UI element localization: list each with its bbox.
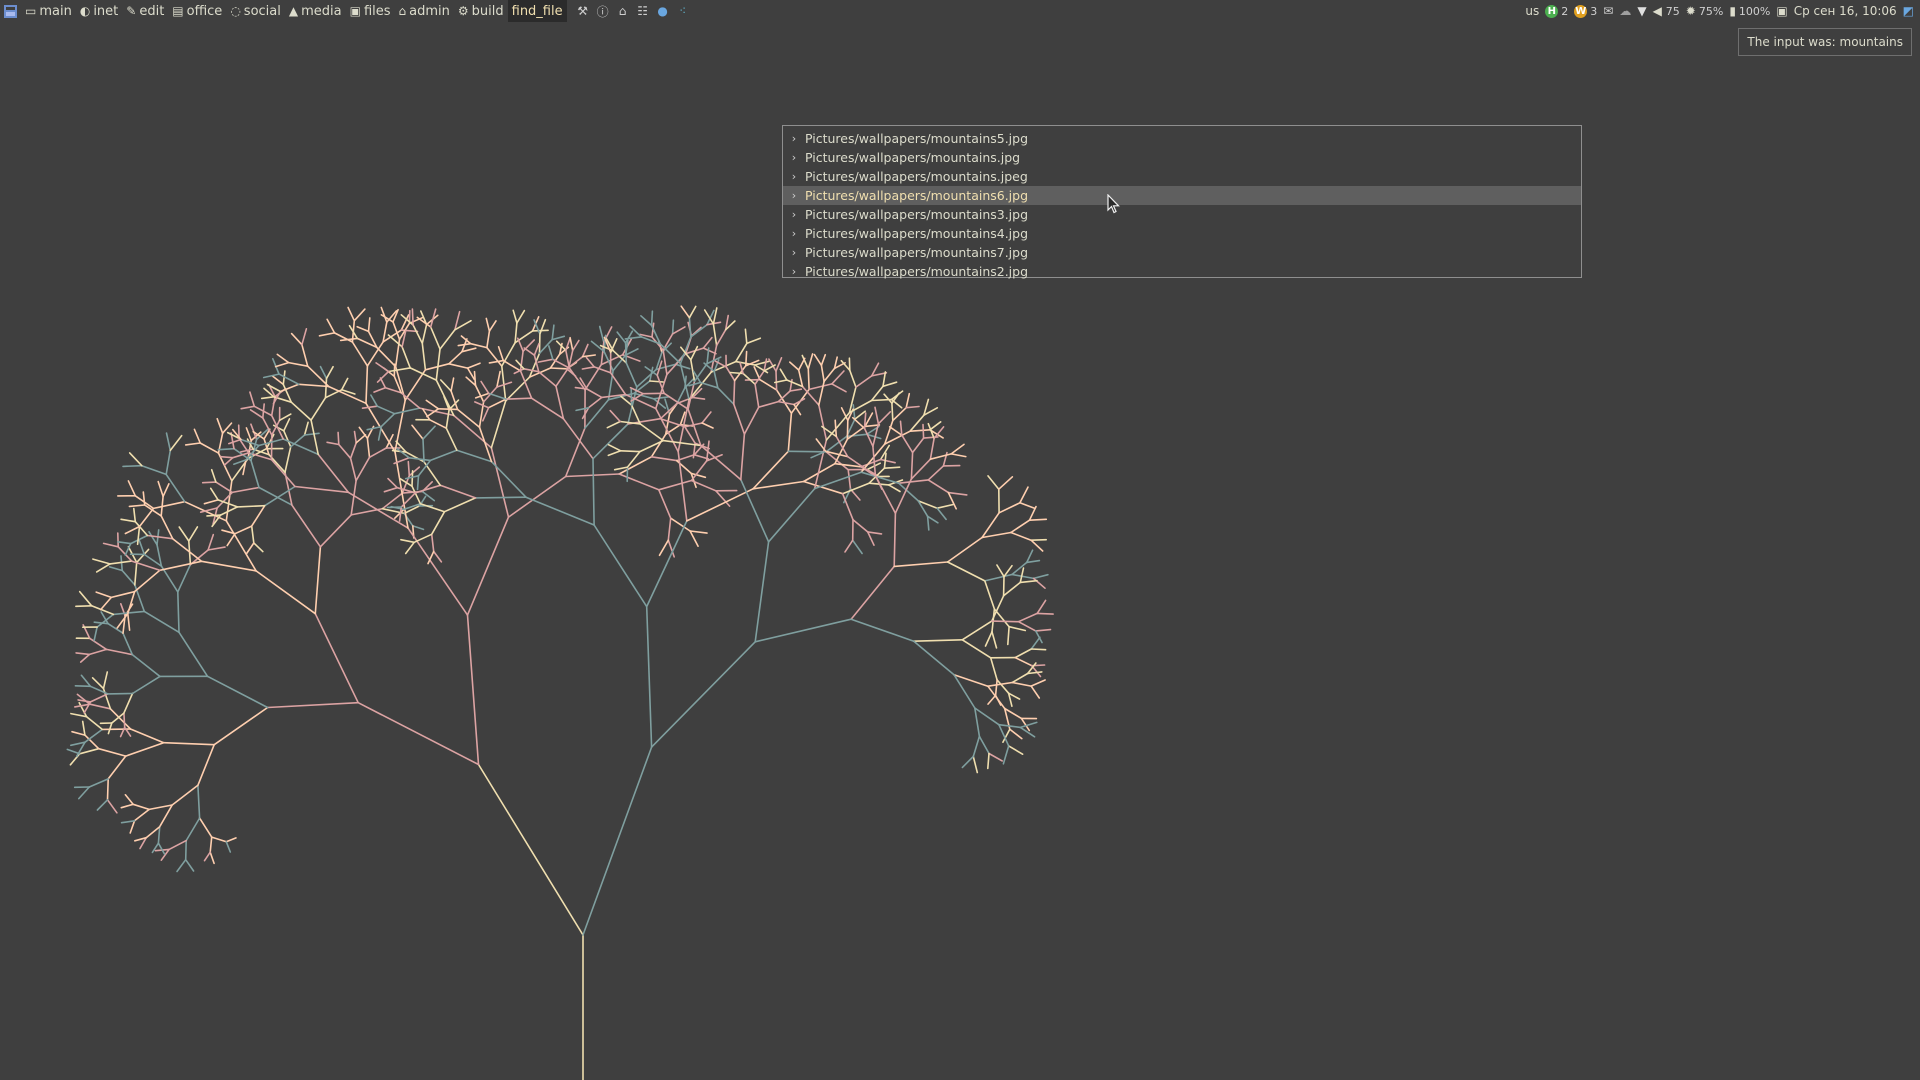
notification-icon[interactable]: ◩ xyxy=(1903,4,1914,18)
result-item[interactable]: › Pictures/wallpapers/mountains.jpeg xyxy=(783,167,1581,186)
volume-indicator[interactable]: ◀ 75 xyxy=(1653,4,1680,18)
cog-icon: ⚙ xyxy=(457,4,469,18)
battery-level: 100% xyxy=(1738,4,1771,18)
chevron-right-icon: › xyxy=(791,170,797,183)
workspace-build[interactable]: ⚙ build xyxy=(454,0,508,22)
workspace-find-file[interactable]: find_file xyxy=(507,0,567,22)
result-path: Pictures/wallpapers/mountains4.jpg xyxy=(805,226,1029,241)
archive-icon: ▣ xyxy=(349,4,361,18)
result-item[interactable]: › Pictures/wallpapers/mountains7.jpg xyxy=(783,243,1581,262)
result-path: Pictures/wallpapers/mountains6.jpg xyxy=(805,188,1029,203)
workspace-label: edit xyxy=(139,3,165,19)
quick-tools: ⚒ ⓘ ⌂ ☷ ● ⁖ xyxy=(573,3,693,19)
workspace-label: find_file xyxy=(511,3,563,19)
updates-indicator[interactable]: H 2 xyxy=(1545,4,1569,18)
result-item[interactable]: › Pictures/wallpapers/mountains5.jpg xyxy=(783,129,1581,148)
chevron-right-icon: › xyxy=(791,246,797,259)
battery-icon: ▮ xyxy=(1729,4,1736,18)
info-icon[interactable]: ⓘ xyxy=(595,3,611,19)
browser-icon[interactable]: ● xyxy=(655,3,671,19)
updates-icon: H xyxy=(1545,4,1559,18)
home-icon[interactable]: ⌂ xyxy=(615,3,631,19)
result-path: Pictures/wallpapers/mountains.jpg xyxy=(805,150,1021,165)
result-path: Pictures/wallpapers/mountains3.jpg xyxy=(805,207,1029,222)
mouse-cursor-icon xyxy=(1107,194,1120,214)
workspace-label: admin xyxy=(409,3,450,19)
workspace-office[interactable]: ▤ office xyxy=(168,0,226,22)
result-path: Pictures/wallpapers/mountains2.jpg xyxy=(805,264,1029,279)
chart-icon: ▲ xyxy=(288,4,299,18)
workspace-label: main xyxy=(39,3,72,19)
document-icon: ▤ xyxy=(172,4,184,18)
chat-bubble-icon: ◌ xyxy=(230,4,241,18)
workspace-list: ▭ main ◐ inet ✎ edit ▤ office ◌ social ▲ media ▣ file… xyxy=(21,0,567,22)
launcher-icon[interactable] xyxy=(2,3,18,19)
workspace-label: inet xyxy=(93,3,119,19)
brightness-level: 75% xyxy=(1698,4,1724,18)
result-path: Pictures/wallpapers/mountains5.jpg xyxy=(805,131,1029,146)
result-item[interactable]: › Pictures/wallpapers/mountains6.jpg xyxy=(783,186,1581,205)
result-path: Pictures/wallpapers/mountains7.jpg xyxy=(805,245,1029,260)
wifi-icon[interactable]: ▼ xyxy=(1637,4,1646,18)
battery-indicator[interactable]: ▮ 100% xyxy=(1729,4,1770,18)
updates-count: 2 xyxy=(1561,4,1569,18)
lock-icon: ⌂ xyxy=(398,4,407,18)
cloud-icon[interactable]: ☁ xyxy=(1619,4,1631,18)
pencil-icon: ✎ xyxy=(126,4,137,18)
display-icon[interactable]: ▣ xyxy=(1776,4,1787,18)
keyboard-layout[interactable]: us xyxy=(1525,4,1539,18)
workspace-social[interactable]: ◌ social xyxy=(226,0,285,22)
workspace-label: build xyxy=(471,3,504,19)
chevron-right-icon: › xyxy=(791,227,797,240)
warnings-indicator[interactable]: W 3 xyxy=(1574,4,1598,18)
workspace-media[interactable]: ▲ media xyxy=(285,0,346,22)
result-item[interactable]: › Pictures/wallpapers/mountains.jpg xyxy=(783,148,1581,167)
apps-icon[interactable]: ⁖ xyxy=(675,3,691,19)
workspace-label: media xyxy=(301,3,342,19)
workspace-label: social xyxy=(243,3,281,19)
wrench-icon[interactable]: ⚒ xyxy=(575,3,591,19)
brightness-icon: ✹ xyxy=(1685,4,1696,18)
grid-icon[interactable]: ☷ xyxy=(635,3,651,19)
speaker-icon: ◀ xyxy=(1652,4,1662,18)
globe-icon: ◐ xyxy=(79,4,91,18)
result-item[interactable]: › Pictures/wallpapers/mountains4.jpg xyxy=(783,224,1581,243)
result-path: Pictures/wallpapers/mountains.jpeg xyxy=(805,169,1028,184)
brightness-indicator[interactable]: ✹ 75% xyxy=(1686,4,1724,18)
workspace-label: office xyxy=(186,3,223,19)
clock[interactable]: Ср сен 16, 10:06 xyxy=(1794,4,1897,18)
warning-icon: W xyxy=(1574,4,1588,18)
warnings-count: 3 xyxy=(1590,4,1598,18)
workspace-edit[interactable]: ✎ edit xyxy=(122,0,168,22)
system-tray: us H 2 W 3 ✉ ☁ ▼ ◀ 75 ✹ 75% ▮ 100% ▣ Ср … xyxy=(1525,0,1920,22)
chevron-right-icon: › xyxy=(791,132,797,145)
input-tooltip: The input was: mountains xyxy=(1738,28,1912,56)
workspace-main[interactable]: ▭ main xyxy=(21,0,76,22)
chevron-right-icon: › xyxy=(791,208,797,221)
volume-level: 75 xyxy=(1665,4,1680,18)
monitor-icon: ▭ xyxy=(25,4,37,18)
chevron-right-icon: › xyxy=(791,189,797,202)
result-item[interactable]: › Pictures/wallpapers/mountains3.jpg xyxy=(783,205,1581,224)
workspace-label: files xyxy=(363,3,391,19)
workspace-admin[interactable]: ⌂ admin xyxy=(395,0,454,22)
chevron-right-icon: › xyxy=(791,151,797,164)
result-item[interactable]: › Pictures/wallpapers/mountains2.jpg xyxy=(783,262,1581,281)
file-search-results: › Pictures/wallpapers/mountains5.jpg › Pict… xyxy=(782,125,1582,281)
workspace-files[interactable]: ▣ files xyxy=(346,0,395,22)
mail-icon[interactable]: ✉ xyxy=(1603,4,1613,18)
chevron-right-icon: › xyxy=(791,265,797,278)
workspace-inet[interactable]: ◐ inet xyxy=(76,0,122,22)
